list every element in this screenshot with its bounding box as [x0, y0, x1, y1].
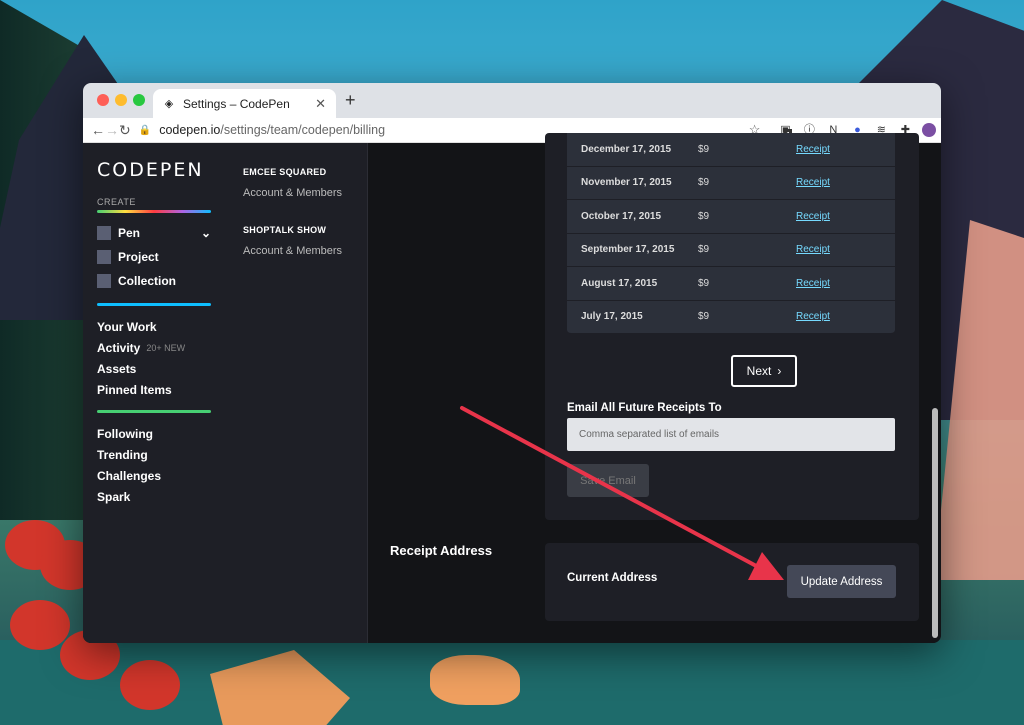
pen-grid-icon — [97, 226, 111, 240]
address-panel: Current Address Update Address — [545, 543, 919, 621]
codepen-favicon-icon: ◈ — [164, 97, 174, 110]
receipt-amount: $9 — [698, 244, 710, 256]
nav-label: Assets — [97, 361, 137, 376]
nav-spark[interactable]: Spark — [97, 486, 211, 507]
receipt-link[interactable]: Receipt — [796, 177, 830, 188]
receipt-link[interactable]: Receipt — [796, 278, 830, 289]
receipt-emails-input[interactable]: Comma separated list of emails — [567, 418, 895, 451]
close-window-button[interactable] — [97, 94, 109, 106]
receipt-date: November 17, 2015 — [581, 177, 672, 189]
receipt-link[interactable]: Receipt — [796, 311, 830, 322]
project-icon — [97, 250, 111, 264]
chevron-down-icon[interactable]: ⌄ — [201, 226, 211, 240]
save-email-button[interactable]: Save Email — [567, 464, 649, 497]
browser-window: ◈ Settings – CodePen ✕ + ← → ↻ 🔒 codepen… — [83, 83, 941, 643]
new-tab-button[interactable]: + — [345, 90, 356, 111]
minimize-window-button[interactable] — [115, 94, 127, 106]
nav-label: Pinned Items — [97, 382, 172, 397]
nav-challenges[interactable]: Challenges — [97, 465, 211, 486]
nav-following[interactable]: Following — [97, 423, 211, 444]
receipt-amount: $9 — [698, 277, 710, 289]
receipt-link[interactable]: Receipt — [796, 144, 830, 155]
sidebar: CODEPEN CREATE Pen ⌄ Project Collection … — [83, 143, 225, 643]
receipt-link[interactable]: Receipt — [796, 244, 830, 255]
team-account-members-link[interactable]: Account & Members — [243, 187, 349, 199]
create-project-label: Project — [118, 250, 159, 264]
create-pen-button[interactable]: Pen ⌄ — [97, 221, 211, 245]
table-row: November 17, 2015 $9 Receipt — [567, 166, 895, 200]
codepen-page: CODEPEN CREATE Pen ⌄ Project Collection … — [83, 133, 941, 643]
url-path: /settings/team/codepen/billing — [220, 123, 386, 137]
receipt-amount: $9 — [698, 311, 710, 323]
chevron-right-icon: › — [777, 364, 782, 378]
url-host: codepen.io — [159, 123, 221, 137]
receipt-amount: $9 — [698, 210, 710, 222]
wallpaper-poppy — [10, 600, 70, 650]
receipt-amount: $9 — [698, 177, 710, 189]
team-account-members-link[interactable]: Account & Members — [243, 245, 349, 257]
receipts-table: December 17, 2015 $9 Receipt November 17… — [567, 133, 895, 334]
browser-tab[interactable]: ◈ Settings – CodePen ✕ — [153, 89, 336, 118]
collection-icon — [97, 274, 111, 288]
lock-icon: 🔒 — [138, 124, 152, 136]
forward-icon[interactable]: → — [105, 122, 119, 138]
create-pen-label: Pen — [118, 226, 141, 240]
title-bar: ◈ Settings – CodePen ✕ + — [83, 83, 941, 118]
team-name: EMCEE SQUARED — [243, 167, 327, 177]
receipt-amount: $9 — [698, 143, 710, 155]
nav-pinned-items[interactable]: Pinned Items — [97, 379, 211, 400]
nav-activity[interactable]: Activity 20+ NEW — [97, 337, 211, 358]
reload-icon[interactable]: ↻ — [119, 122, 131, 139]
profile-avatar[interactable] — [922, 123, 937, 137]
table-row: September 17, 2015 $9 Receipt — [567, 233, 895, 267]
next-label: Next — [746, 364, 772, 378]
current-address-label: Current Address — [567, 572, 658, 584]
nav-label: Challenges — [97, 468, 162, 483]
teams-column: EMCEE SQUARED Account & Members SHOPTALK… — [225, 143, 368, 643]
wallpaper-rock — [430, 655, 520, 705]
tab-close-icon[interactable]: ✕ — [315, 96, 326, 112]
nav-divider — [97, 303, 211, 306]
back-icon[interactable]: ← — [91, 122, 105, 138]
receipt-date: October 17, 2015 — [581, 210, 662, 222]
table-row: August 17, 2015 $9 Receipt — [567, 267, 895, 301]
team-name: SHOPTALK SHOW — [243, 225, 327, 235]
receipt-address-heading: Receipt Address — [390, 543, 493, 558]
nav-label: Spark — [97, 489, 131, 504]
zoom-window-button[interactable] — [133, 94, 145, 106]
email-receipts-label: Email All Future Receipts To — [567, 402, 722, 414]
billing-content: December 17, 2015 $9 Receipt November 17… — [369, 133, 941, 643]
create-project-button[interactable]: Project — [97, 245, 211, 269]
receipts-panel: December 17, 2015 $9 Receipt November 17… — [545, 133, 919, 520]
create-collection-button[interactable]: Collection — [97, 269, 211, 293]
receipt-date: September 17, 2015 — [581, 244, 675, 256]
create-divider — [97, 210, 211, 213]
codepen-logo[interactable]: CODEPEN — [97, 159, 211, 181]
nav-label: Trending — [97, 447, 148, 462]
activity-badge: 20+ NEW — [146, 342, 186, 353]
receipt-date: August 17, 2015 — [581, 277, 658, 289]
receipt-date: December 17, 2015 — [581, 143, 672, 155]
create-label: CREATE — [97, 197, 136, 207]
receipt-link[interactable]: Receipt — [796, 211, 830, 222]
table-row: October 17, 2015 $9 Receipt — [567, 200, 895, 234]
receipt-date: July 17, 2015 — [581, 311, 643, 323]
create-collection-label: Collection — [118, 274, 177, 288]
nav-assets[interactable]: Assets — [97, 358, 211, 379]
nav-your-work[interactable]: Your Work — [97, 316, 211, 337]
nav-label: Activity — [97, 340, 141, 355]
nav-label: Your Work — [97, 319, 157, 334]
wallpaper-poppy — [120, 660, 180, 710]
page-scrollbar[interactable] — [932, 408, 938, 638]
next-page-button[interactable]: Next › — [731, 355, 797, 387]
table-row: December 17, 2015 $9 Receipt — [567, 133, 895, 167]
table-row: July 17, 2015 $9 Receipt — [567, 300, 895, 334]
nav-label: Following — [97, 426, 153, 441]
nav-trending[interactable]: Trending — [97, 444, 211, 465]
update-address-button[interactable]: Update Address — [787, 565, 896, 598]
tab-title: Settings – CodePen — [183, 96, 290, 111]
nav-divider — [97, 410, 211, 413]
